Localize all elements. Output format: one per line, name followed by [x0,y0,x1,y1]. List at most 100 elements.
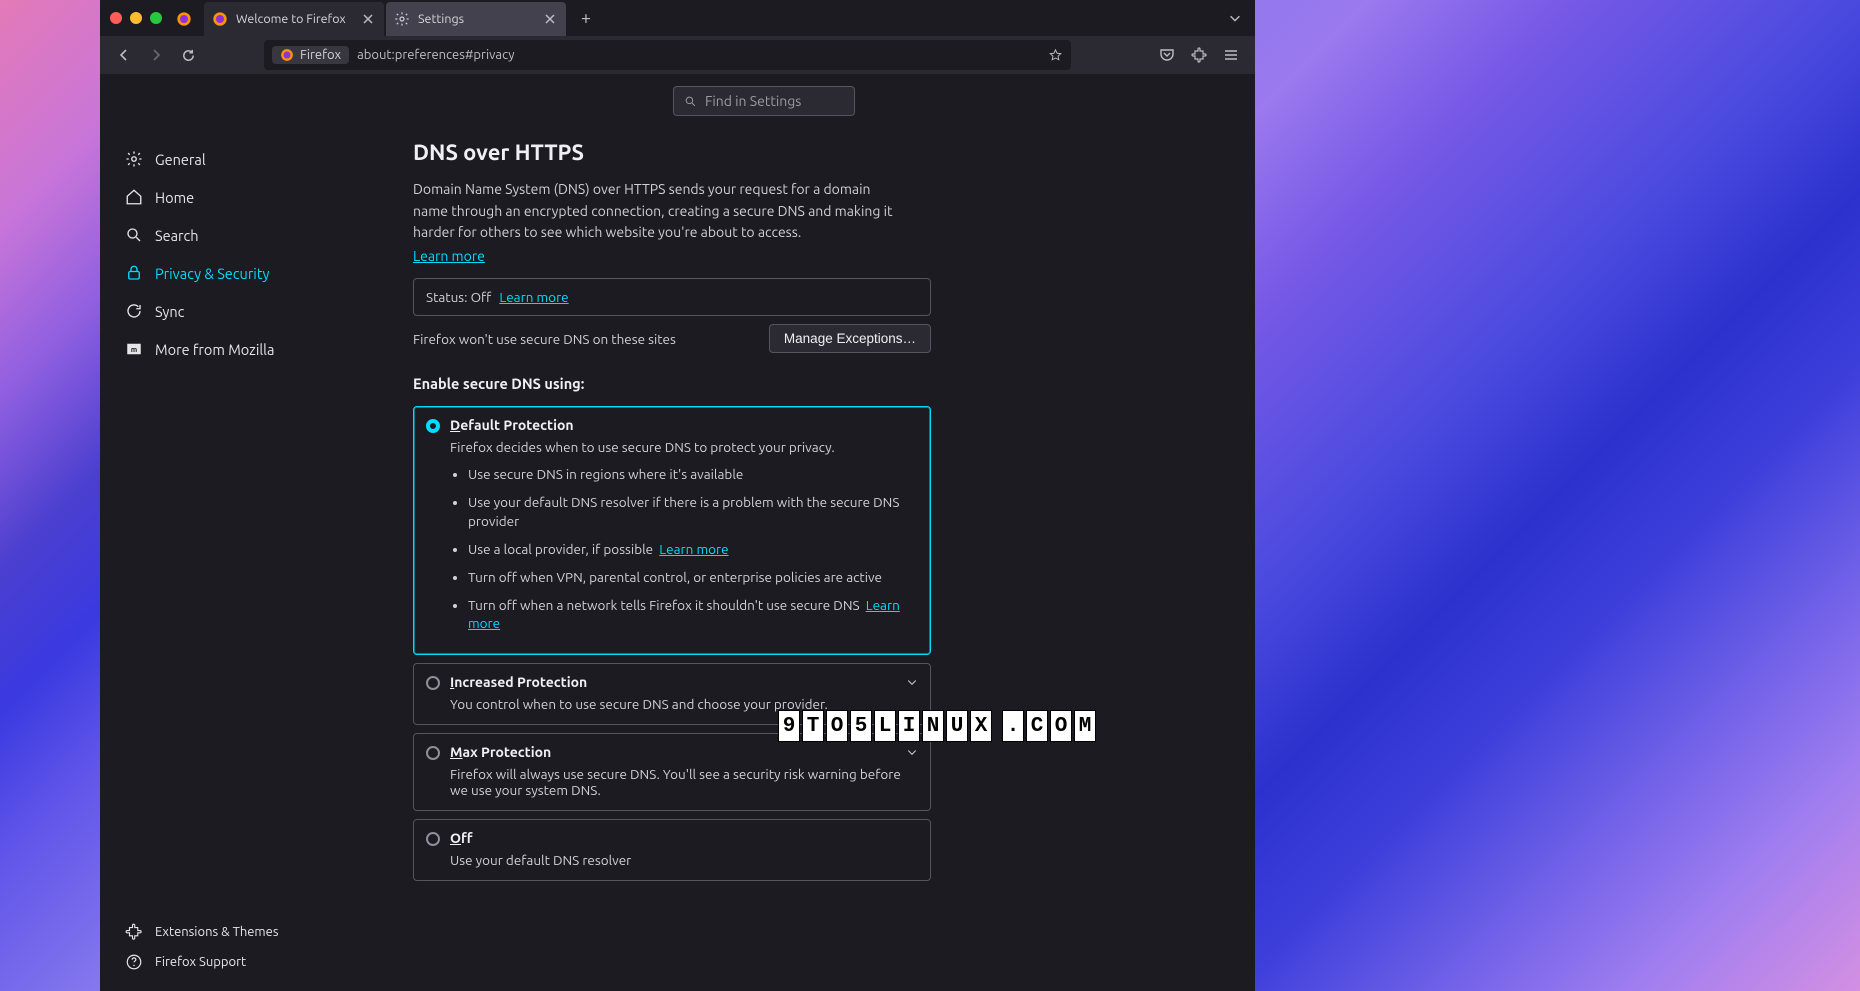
arrow-left-icon [116,47,132,63]
identity-box[interactable]: Firefox [272,46,349,64]
window-max-dot[interactable] [150,12,162,24]
url-text: about:preferences#privacy [357,48,514,62]
search-icon [684,95,697,108]
browser-window: Welcome to Firefox Settings + Firefox ab… [100,0,1255,991]
sidebar-label: Home [155,189,194,206]
radio-default[interactable] [426,419,440,433]
sidebar-label: Sync [155,303,184,320]
sidebar-label: Firefox Support [155,955,246,969]
enable-dns-heading: Enable secure DNS using: [413,375,931,392]
window-close-dot[interactable] [110,12,122,24]
sidebar-label: More from Mozilla [155,341,274,358]
url-bar[interactable]: Firefox about:preferences#privacy [264,40,1071,70]
sidebar-label: Privacy & Security [155,265,270,282]
close-icon[interactable] [542,11,558,27]
sidebar-item-sync[interactable]: Sync [100,292,313,330]
identity-label: Firefox [300,48,341,62]
exceptions-text: Firefox won't use secure DNS on these si… [413,331,676,347]
status-learn-more-link[interactable]: Learn more [499,289,568,305]
manage-exceptions-button[interactable]: Manage Exceptions… [769,324,931,353]
arrow-right-icon [148,47,164,63]
sidebar-item-privacy[interactable]: Privacy & Security [100,254,313,292]
settings-main: Find in Settings DNS over HTTPS Domain N… [313,74,1255,991]
svg-text:m: m [131,346,137,354]
section-description: Domain Name System (DNS) over HTTPS send… [413,179,893,244]
learn-more-link[interactable]: Learn more [659,541,728,557]
radio-increased[interactable] [426,676,440,690]
bookmark-star-button[interactable] [1048,48,1063,63]
bullet: Turn off when VPN, parental control, or … [468,568,918,587]
reload-button[interactable] [172,39,204,71]
option-desc: Use your default DNS resolver [450,852,918,868]
new-tab-button[interactable]: + [572,4,600,32]
radio-off[interactable] [426,832,440,846]
save-to-pocket-button[interactable] [1151,39,1183,71]
watermark: 9TO5LINUX.COM [778,710,1096,742]
sidebar-item-search[interactable]: Search [100,216,313,254]
content-area: General Home Search Privacy & Security S… [100,74,1255,991]
option-title: Off [450,830,473,846]
chevron-down-icon [906,676,918,688]
pocket-icon [1159,47,1175,63]
settings-sidebar: General Home Search Privacy & Security S… [100,74,313,991]
help-icon [125,953,143,971]
option-title: Default Protection [450,417,574,433]
option-title: Increased Protection [450,674,587,690]
section-title: DNS over HTTPS [413,140,931,165]
lock-icon [125,264,143,282]
tab-strip: Welcome to Firefox Settings + [100,0,1255,36]
firefox-icon [212,11,228,27]
expand-chevron[interactable] [906,676,918,688]
bullet: Use a local provider, if possible Learn … [468,540,918,559]
chevron-down-icon [906,746,918,758]
reload-icon [181,48,196,63]
exceptions-row: Firefox won't use secure DNS on these si… [413,324,931,353]
status-label: Status: Off [426,289,491,305]
expand-chevron[interactable] [906,746,918,758]
forward-button[interactable] [140,39,172,71]
learn-more-link[interactable]: Learn more [413,248,485,264]
close-icon[interactable] [360,11,376,27]
option-default-protection[interactable]: Default Protection Firefox decides when … [413,406,931,655]
back-button[interactable] [108,39,140,71]
option-off[interactable]: Off Use your default DNS resolver [413,819,931,881]
option-desc: Firefox decides when to use secure DNS t… [450,439,918,455]
mozilla-icon: m [125,340,143,358]
puzzle-icon [125,923,143,941]
option-bullets: Use secure DNS in regions where it's ava… [450,465,918,633]
sidebar-label: General [155,151,206,168]
option-title: Max Protection [450,744,551,760]
find-placeholder: Find in Settings [705,93,801,109]
find-in-settings-field[interactable]: Find in Settings [673,86,855,116]
sidebar-item-home[interactable]: Home [100,178,313,216]
app-menu-button[interactable] [1215,39,1247,71]
option-desc: Firefox will always use secure DNS. You'… [450,766,918,798]
tab-title: Welcome to Firefox [236,12,360,26]
tab-welcome[interactable]: Welcome to Firefox [204,2,384,36]
sidebar-footer: Extensions & Themes Firefox Support [100,917,313,991]
sidebar-item-more[interactable]: m More from Mozilla [100,330,313,368]
btn-label: Manage Exceptions… [784,331,916,346]
bullet: Use your default DNS resolver if there i… [468,493,918,531]
sidebar-item-extensions[interactable]: Extensions & Themes [100,917,313,947]
firefox-icon [280,48,294,62]
tab-title: Settings [418,12,542,26]
sidebar-label: Extensions & Themes [155,925,278,939]
pinned-firefox-tab[interactable] [166,2,202,36]
radio-max[interactable] [426,746,440,760]
gear-icon [125,150,143,168]
sidebar-item-support[interactable]: Firefox Support [100,947,313,977]
window-min-dot[interactable] [130,12,142,24]
firefox-icon [176,11,192,27]
sidebar-label: Search [155,227,199,244]
extensions-button[interactable] [1183,39,1215,71]
chevron-down-icon [1228,11,1242,25]
tab-settings[interactable]: Settings [386,2,566,36]
option-max-protection[interactable]: Max Protection Firefox will always use s… [413,733,931,811]
navigation-toolbar: Firefox about:preferences#privacy [100,36,1255,74]
bullet: Use secure DNS in regions where it's ava… [468,465,918,484]
star-icon [1048,48,1063,63]
bullet: Turn off when a network tells Firefox it… [468,596,918,634]
sidebar-item-general[interactable]: General [100,140,313,178]
list-all-tabs-button[interactable] [1221,4,1249,32]
